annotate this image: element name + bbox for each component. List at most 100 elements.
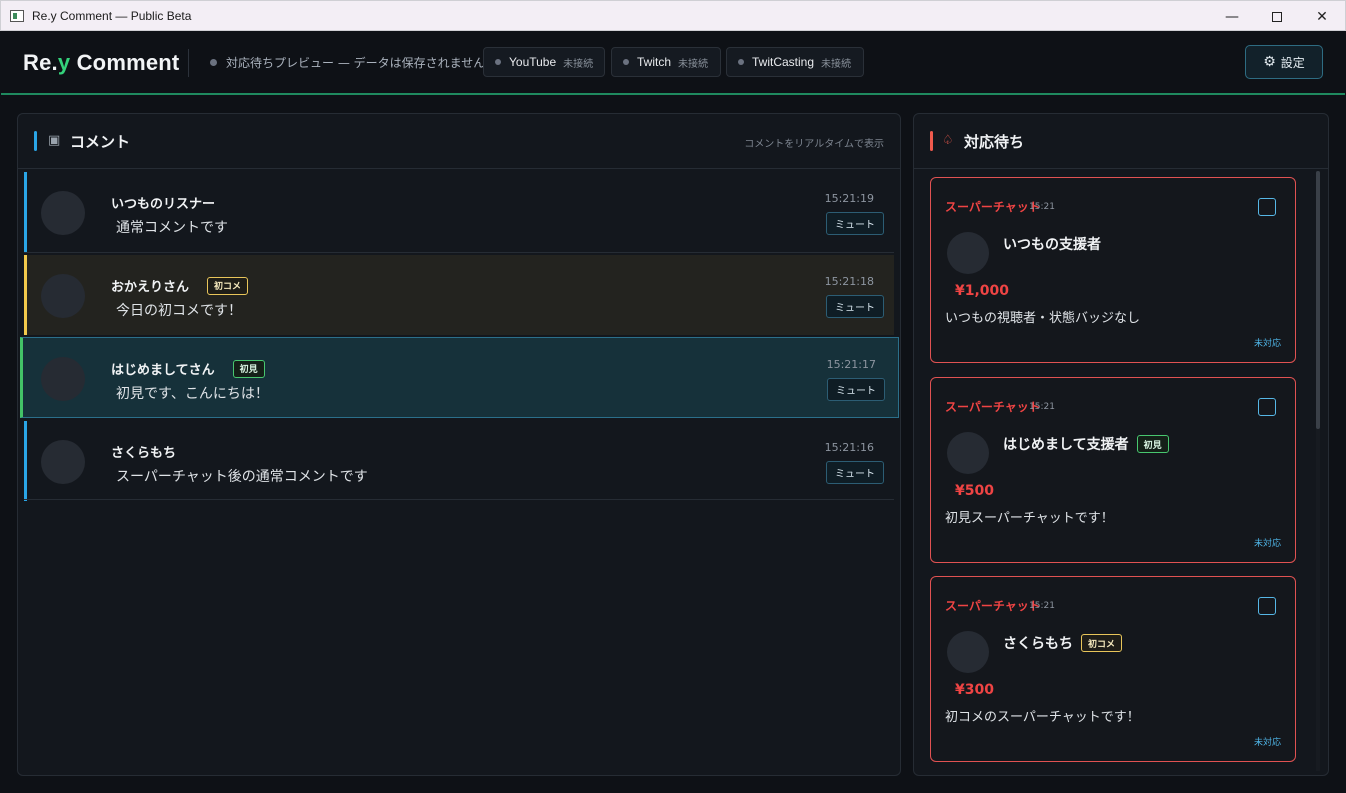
comment-row[interactable]: さくらもち スーパーチャット後の通常コメントです 15:21:16 ミュート [24, 421, 894, 501]
settings-button[interactable]: ⚙ 設定 [1245, 45, 1323, 79]
row-divider [24, 499, 894, 500]
panel-accent-bar [930, 131, 933, 151]
service-name: YouTube [509, 55, 557, 69]
window-title: Re.y Comment — Public Beta [32, 8, 192, 23]
service-name: TwitCasting [752, 55, 815, 69]
close-button[interactable]: ✕ [1299, 1, 1345, 32]
superchat-message: 初コメのスーパーチャットです！ [945, 710, 1140, 725]
pending-panel-header: ♤ 対応待ち [914, 114, 1328, 169]
first-visit-badge: 初見 [1136, 435, 1169, 453]
superchat-message: いつもの視聴者・状態バッジなし [945, 311, 1141, 326]
app-header: Re.y Comment 対応待ちプレビュー — データは保存されません You… [1, 31, 1345, 95]
pending-panel: ♤ 対応待ち スーパーチャット 15:21 いつもの支援者 ¥1,000 いつも… [913, 113, 1329, 776]
comment-text: スーパーチャット後の通常コメントです [116, 469, 368, 485]
author-name: いつものリスナー [111, 197, 216, 212]
comments-panel-header: ▣ コメント コメントをリアルタイムで表示 [18, 114, 900, 169]
preview-status: 対応待ちプレビュー — データは保存されません [210, 54, 485, 71]
settings-label: 設定 [1280, 55, 1305, 70]
pending-card[interactable]: スーパーチャット 15:21 いつもの支援者 ¥1,000 いつもの視聴者・状態… [930, 177, 1296, 363]
pending-status: 未対応 [1253, 339, 1281, 349]
minimize-icon: — [1225, 8, 1239, 25]
service-youtube[interactable]: YouTube 未接続 [483, 47, 605, 77]
close-icon: ✕ [1316, 8, 1328, 25]
service-name: Twitch [637, 55, 672, 69]
comment-text: 今日の初コメです！ [116, 303, 242, 319]
superchat-message: 初見スーパーチャットです！ [945, 511, 1114, 526]
mute-button[interactable]: ミュート [826, 461, 884, 484]
first-comment-badge: 初コメ [1081, 634, 1123, 652]
done-checkbox[interactable] [1258, 398, 1276, 416]
superchat-amount: ¥300 [955, 682, 994, 698]
service-state: 未接続 [563, 58, 594, 70]
maximize-button[interactable] [1254, 1, 1300, 32]
author-name: はじめましてさん [111, 363, 215, 378]
supporter-name: いつもの支援者 [1003, 234, 1101, 254]
pending-card[interactable]: スーパーチャット 15:21 はじめまして支援者 初見 ¥500 初見スーパーチャ… [930, 377, 1296, 563]
author-name: さくらもち [111, 446, 177, 461]
superchat-amount: ¥500 [955, 483, 994, 499]
comment-author: はじめましてさん 初見 [111, 359, 265, 378]
connection-dot-icon [495, 59, 501, 65]
connection-dot-icon [623, 59, 629, 65]
service-state: 未接続 [678, 58, 709, 70]
app-icon [10, 9, 24, 22]
superchat-type: スーパーチャット [945, 599, 1041, 613]
service-state: 未接続 [821, 58, 852, 70]
comment-author: いつものリスナー [111, 193, 215, 212]
row-divider [24, 252, 894, 253]
service-twitch[interactable]: Twitch 未接続 [611, 47, 721, 77]
status-dot-icon [210, 59, 217, 66]
superchat-type: スーパーチャット [945, 400, 1041, 414]
comments-panel-subtitle: コメントをリアルタイムで表示 [744, 139, 884, 150]
comment-author: さくらもち [111, 442, 176, 461]
connection-dot-icon [738, 59, 744, 65]
brand-text-post: Comment [70, 50, 180, 75]
service-twitcasting[interactable]: TwitCasting 未接続 [726, 47, 864, 77]
avatar [947, 432, 989, 474]
preview-status-text: 対応待ちプレビュー — データは保存されません [226, 56, 486, 70]
mute-button[interactable]: ミュート [827, 378, 885, 401]
avatar [41, 440, 85, 484]
author-name: おかえりさん [111, 280, 190, 295]
avatar [41, 274, 85, 318]
scrollbar-thumb[interactable] [1316, 171, 1320, 429]
first-comment-badge: 初コメ [207, 276, 249, 295]
superchat-time: 15:21 [1029, 601, 1055, 611]
comments-panel: ▣ コメント コメントをリアルタイムで表示 いつものリスナー 通常コメントです … [17, 113, 901, 776]
brand-text-pre: Re. [23, 50, 58, 75]
minimize-button[interactable]: — [1209, 1, 1255, 32]
maximize-icon [1272, 11, 1282, 22]
pending-card[interactable]: スーパーチャット 15:21 さくらもち 初コメ ¥300 初コメのスーパーチャッ… [930, 576, 1296, 762]
panel-accent-bar [34, 131, 37, 151]
comment-text: 初見です、こんにちは！ [116, 386, 269, 402]
comment-row-selected[interactable]: はじめましてさん 初見 初見です、こんにちは！ 15:21:17 ミュート [20, 337, 899, 418]
comments-panel-title: コメント [70, 133, 131, 151]
comment-square-icon: ▣ [48, 133, 61, 148]
supporter-name-text: さくらもち [1003, 636, 1073, 652]
superchat-amount: ¥1,000 [955, 283, 1010, 299]
comment-text: 通常コメントです [116, 220, 228, 236]
done-checkbox[interactable] [1258, 198, 1276, 216]
superchat-time: 15:21 [1029, 402, 1055, 412]
gear-icon: ⚙ [1263, 54, 1276, 70]
avatar [947, 631, 989, 673]
comment-row[interactable]: いつものリスナー 通常コメントです 15:21:19 ミュート [24, 172, 894, 252]
comment-time: 15:21:16 [824, 441, 874, 454]
superchat-type: スーパーチャット [945, 200, 1041, 214]
comment-time: 15:21:17 [826, 358, 876, 371]
mute-button[interactable]: ミュート [826, 212, 884, 235]
avatar [41, 191, 85, 235]
comment-row[interactable]: おかえりさん 初コメ 今日の初コメです！ 15:21:18 ミュート [24, 255, 894, 335]
superchat-time: 15:21 [1029, 202, 1055, 212]
brand-logo: Re.y Comment [23, 50, 179, 76]
mute-button[interactable]: ミュート [826, 295, 884, 318]
pending-panel-title: 対応待ち [964, 133, 1025, 151]
supporter-name-text: はじめまして支援者 [1003, 437, 1129, 453]
bell-icon: ♤ [942, 133, 954, 148]
window-titlebar: Re.y Comment — Public Beta — ✕ [0, 0, 1346, 31]
avatar [947, 232, 989, 274]
first-visit-badge: 初見 [232, 359, 265, 378]
brand-text-accent: y [57, 50, 71, 75]
supporter-name: はじめまして支援者 初見 [1003, 434, 1169, 454]
done-checkbox[interactable] [1258, 597, 1276, 615]
